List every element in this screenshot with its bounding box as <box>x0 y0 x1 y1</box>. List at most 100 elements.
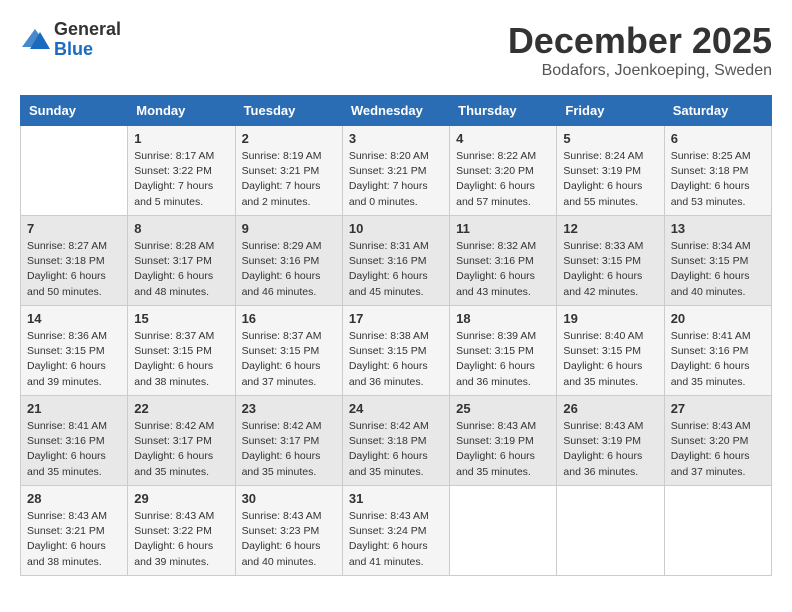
calendar-cell: 7 Sunrise: 8:27 AM Sunset: 3:18 PM Daylig… <box>21 216 128 306</box>
day-info: Sunrise: 8:33 AM Sunset: 3:15 PM Dayligh… <box>563 239 657 300</box>
calendar-cell: 11Sunrise: 8:32 AM Sunset: 3:16 PM Dayli… <box>450 216 557 306</box>
day-header-tuesday: Tuesday <box>235 96 342 126</box>
calendar-week-row: 14 Sunrise: 8:36 AM Sunset: 3:15 PM Dayli… <box>21 306 772 396</box>
day-number: 20 <box>671 311 765 326</box>
day-info: Sunrise: 8:31 AM Sunset: 3:16 PM Dayligh… <box>349 239 443 300</box>
day-header-monday: Monday <box>128 96 235 126</box>
logo-general-text: General <box>54 20 121 40</box>
calendar-cell <box>21 126 128 216</box>
day-number: 3 <box>349 131 443 146</box>
day-info: Sunrise: 8:43 AM Sunset: 3:20 PM Dayligh… <box>671 419 765 480</box>
calendar-week-row: 1 Sunrise: 8:17 AM Sunset: 3:22 PM Daylig… <box>21 126 772 216</box>
day-header-friday: Friday <box>557 96 664 126</box>
calendar-cell: 31Sunrise: 8:43 AM Sunset: 3:24 PM Dayli… <box>342 486 449 576</box>
calendar-week-row: 21Sunrise: 8:41 AM Sunset: 3:16 PM Dayli… <box>21 396 772 486</box>
calendar-cell: 12 Sunrise: 8:33 AM Sunset: 3:15 PM Dayli… <box>557 216 664 306</box>
calendar-cell: 2Sunrise: 8:19 AM Sunset: 3:21 PM Daylig… <box>235 126 342 216</box>
day-info: Sunrise: 8:36 AM Sunset: 3:15 PM Dayligh… <box>27 329 121 390</box>
day-number: 14 <box>27 311 121 326</box>
calendar-cell: 1 Sunrise: 8:17 AM Sunset: 3:22 PM Daylig… <box>128 126 235 216</box>
day-number: 24 <box>349 401 443 416</box>
day-info: Sunrise: 8:28 AM Sunset: 3:17 PM Dayligh… <box>134 239 228 300</box>
calendar-cell: 18 Sunrise: 8:39 AM Sunset: 3:15 PM Dayli… <box>450 306 557 396</box>
calendar-week-row: 7 Sunrise: 8:27 AM Sunset: 3:18 PM Daylig… <box>21 216 772 306</box>
day-number: 15 <box>134 311 228 326</box>
day-info: Sunrise: 8:37 AM Sunset: 3:15 PM Dayligh… <box>134 329 228 390</box>
day-info: Sunrise: 8:22 AM Sunset: 3:20 PM Dayligh… <box>456 149 550 210</box>
day-info: Sunrise: 8:29 AM Sunset: 3:16 PM Dayligh… <box>242 239 336 300</box>
day-number: 4 <box>456 131 550 146</box>
day-number: 2 <box>242 131 336 146</box>
calendar-table: SundayMondayTuesdayWednesdayThursdayFrid… <box>20 95 772 576</box>
calendar-cell: 4 Sunrise: 8:22 AM Sunset: 3:20 PM Daylig… <box>450 126 557 216</box>
day-number: 18 <box>456 311 550 326</box>
day-number: 11 <box>456 221 550 236</box>
day-number: 9 <box>242 221 336 236</box>
day-header-saturday: Saturday <box>664 96 771 126</box>
day-info: Sunrise: 8:17 AM Sunset: 3:22 PM Dayligh… <box>134 149 228 210</box>
calendar-cell <box>450 486 557 576</box>
day-info: Sunrise: 8:42 AM Sunset: 3:18 PM Dayligh… <box>349 419 443 480</box>
day-number: 12 <box>563 221 657 236</box>
calendar-cell: 22Sunrise: 8:42 AM Sunset: 3:17 PM Dayli… <box>128 396 235 486</box>
logo-blue-text: Blue <box>54 40 121 60</box>
calendar-cell: 24 Sunrise: 8:42 AM Sunset: 3:18 PM Dayli… <box>342 396 449 486</box>
day-number: 25 <box>456 401 550 416</box>
day-info: Sunrise: 8:42 AM Sunset: 3:17 PM Dayligh… <box>242 419 336 480</box>
day-info: Sunrise: 8:39 AM Sunset: 3:15 PM Dayligh… <box>456 329 550 390</box>
calendar-cell: 25 Sunrise: 8:43 AM Sunset: 3:19 PM Dayli… <box>450 396 557 486</box>
calendar-cell: 21Sunrise: 8:41 AM Sunset: 3:16 PM Dayli… <box>21 396 128 486</box>
day-number: 31 <box>349 491 443 506</box>
calendar-cell: 16Sunrise: 8:37 AM Sunset: 3:15 PM Dayli… <box>235 306 342 396</box>
day-number: 30 <box>242 491 336 506</box>
day-number: 26 <box>563 401 657 416</box>
logo-icon <box>20 27 50 52</box>
calendar-header-row: SundayMondayTuesdayWednesdayThursdayFrid… <box>21 96 772 126</box>
page-header: General Blue December 2025 Bodafors, Joe… <box>20 20 772 80</box>
calendar-cell: 8 Sunrise: 8:28 AM Sunset: 3:17 PM Daylig… <box>128 216 235 306</box>
calendar-cell: 26 Sunrise: 8:43 AM Sunset: 3:19 PM Dayli… <box>557 396 664 486</box>
day-number: 7 <box>27 221 121 236</box>
day-number: 5 <box>563 131 657 146</box>
day-info: Sunrise: 8:38 AM Sunset: 3:15 PM Dayligh… <box>349 329 443 390</box>
day-number: 23 <box>242 401 336 416</box>
day-info: Sunrise: 8:40 AM Sunset: 3:15 PM Dayligh… <box>563 329 657 390</box>
calendar-week-row: 28 Sunrise: 8:43 AM Sunset: 3:21 PM Dayli… <box>21 486 772 576</box>
day-info: Sunrise: 8:25 AM Sunset: 3:18 PM Dayligh… <box>671 149 765 210</box>
day-number: 13 <box>671 221 765 236</box>
day-header-thursday: Thursday <box>450 96 557 126</box>
day-number: 8 <box>134 221 228 236</box>
day-info: Sunrise: 8:43 AM Sunset: 3:19 PM Dayligh… <box>456 419 550 480</box>
logo: General Blue <box>20 20 121 60</box>
day-number: 22 <box>134 401 228 416</box>
month-title: December 2025 <box>508 20 772 62</box>
day-info: Sunrise: 8:37 AM Sunset: 3:15 PM Dayligh… <box>242 329 336 390</box>
calendar-cell: 14 Sunrise: 8:36 AM Sunset: 3:15 PM Dayli… <box>21 306 128 396</box>
calendar-cell: 30 Sunrise: 8:43 AM Sunset: 3:23 PM Dayli… <box>235 486 342 576</box>
day-info: Sunrise: 8:43 AM Sunset: 3:23 PM Dayligh… <box>242 509 336 570</box>
day-info: Sunrise: 8:20 AM Sunset: 3:21 PM Dayligh… <box>349 149 443 210</box>
title-section: December 2025 Bodafors, Joenkoeping, Swe… <box>508 20 772 80</box>
calendar-cell: 15 Sunrise: 8:37 AM Sunset: 3:15 PM Dayli… <box>128 306 235 396</box>
calendar-cell <box>664 486 771 576</box>
day-number: 6 <box>671 131 765 146</box>
day-info: Sunrise: 8:43 AM Sunset: 3:21 PM Dayligh… <box>27 509 121 570</box>
day-header-wednesday: Wednesday <box>342 96 449 126</box>
day-number: 17 <box>349 311 443 326</box>
calendar-cell: 19 Sunrise: 8:40 AM Sunset: 3:15 PM Dayli… <box>557 306 664 396</box>
day-info: Sunrise: 8:43 AM Sunset: 3:22 PM Dayligh… <box>134 509 228 570</box>
calendar-cell: 17 Sunrise: 8:38 AM Sunset: 3:15 PM Dayli… <box>342 306 449 396</box>
calendar-cell: 27Sunrise: 8:43 AM Sunset: 3:20 PM Dayli… <box>664 396 771 486</box>
calendar-cell: 6 Sunrise: 8:25 AM Sunset: 3:18 PM Daylig… <box>664 126 771 216</box>
day-info: Sunrise: 8:27 AM Sunset: 3:18 PM Dayligh… <box>27 239 121 300</box>
day-number: 19 <box>563 311 657 326</box>
day-info: Sunrise: 8:24 AM Sunset: 3:19 PM Dayligh… <box>563 149 657 210</box>
calendar-cell: 5 Sunrise: 8:24 AM Sunset: 3:19 PM Daylig… <box>557 126 664 216</box>
day-info: Sunrise: 8:43 AM Sunset: 3:19 PM Dayligh… <box>563 419 657 480</box>
location: Bodafors, Joenkoeping, Sweden <box>508 62 772 80</box>
day-number: 28 <box>27 491 121 506</box>
day-number: 21 <box>27 401 121 416</box>
logo-text: General Blue <box>54 20 121 60</box>
calendar-cell: 13Sunrise: 8:34 AM Sunset: 3:15 PM Dayli… <box>664 216 771 306</box>
day-number: 1 <box>134 131 228 146</box>
